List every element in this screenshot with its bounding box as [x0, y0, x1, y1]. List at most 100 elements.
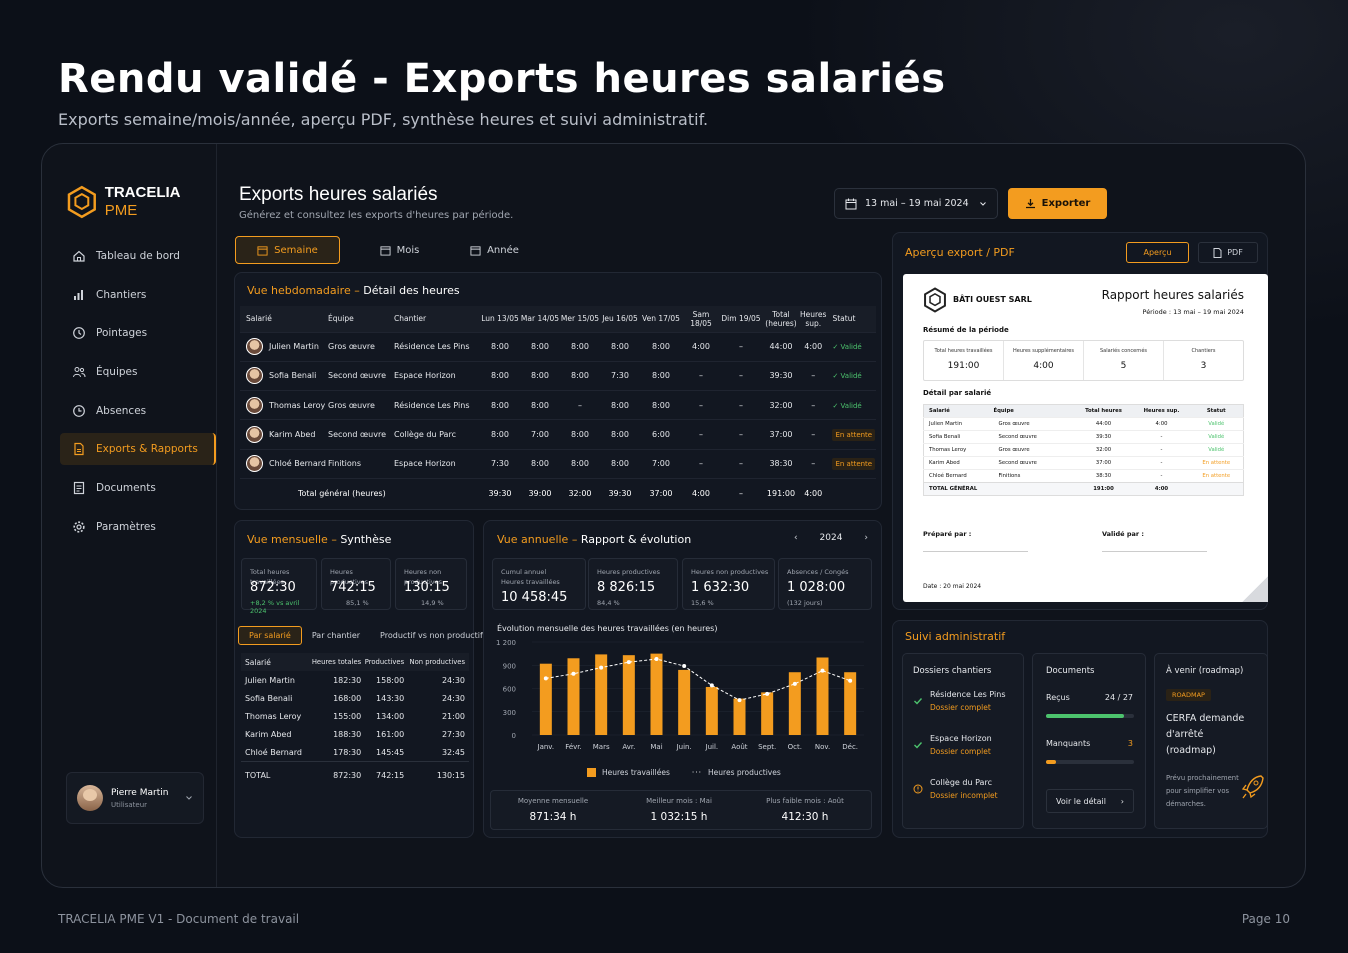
line-point-Août [737, 698, 742, 703]
pdf-summary-box: Total heures travaillées 191:00 Heures su… [923, 340, 1244, 381]
pdf-detail-table: Salarié Équipe Total heures Heures sup. … [923, 404, 1244, 496]
export-button-label: Exporter [1041, 198, 1091, 209]
dossier-item[interactable]: Espace Horizon Dossier complet [930, 734, 992, 756]
kpi-total-hours: Total heures travaillées 872:30 +8,2 % v… [241, 558, 317, 615]
table-row[interactable]: Julien Martin 182:30 158:00 24:30 [241, 671, 469, 689]
line-point-Déc. [848, 678, 853, 683]
table-row[interactable]: Julien Martin Gros œuvre Résidence Les Pin… [240, 331, 876, 362]
col-header: Total heures [1085, 408, 1122, 414]
table-row[interactable]: Thomas Leroy Gros œuvre Résidence Les Pins… [240, 390, 876, 420]
day-cell: 8:00 [640, 360, 682, 391]
title-accent: Vue mensuelle – [247, 533, 337, 546]
table-row[interactable]: Chloé Bernard Finitions Espace Horizon 7:30… [240, 448, 876, 479]
tab-label: Semaine [274, 244, 318, 256]
tab-semaine[interactable]: Semaine [235, 236, 340, 264]
x-tick-label: Nov. [815, 743, 830, 751]
line-point-Juil. [709, 683, 714, 688]
user-role: Utilisateur [111, 800, 148, 809]
table-row[interactable]: Thomas Leroy 155:00 134:00 21:00 [241, 707, 469, 725]
dossier-name: Collège du Parc [930, 778, 992, 787]
export-button[interactable]: Exporter [1008, 188, 1107, 219]
bar-Oct. [788, 672, 801, 735]
table-cell: 39:30 [1095, 434, 1112, 440]
sidebar-item-pointages[interactable]: Pointages [60, 317, 216, 349]
sidebar-item-dashboard[interactable]: Tableau de bord [60, 240, 216, 272]
title-text: Rapport & évolution [577, 533, 692, 546]
table-cell: Julien Martin [245, 675, 295, 685]
kpi-sub: (132 jours) [787, 599, 823, 607]
table-cell: Validé [1208, 421, 1225, 427]
table-row[interactable]: Chloé Bernard 178:30 145:45 32:45 [241, 744, 469, 762]
employee-cell: Sofia Benali [240, 360, 328, 391]
table-row: Karim Abed Second œuvre 37:00 - En attente [923, 456, 1244, 470]
preview-title: Aperçu export / PDF [905, 246, 1015, 259]
stat-average: Moyenne mensuelle 871:34 h [493, 797, 613, 823]
team-cell: Second œuvre [328, 360, 394, 391]
subtab-par-salarie[interactable]: Par salarié [238, 626, 302, 645]
employee-name: Chloé Bernard [269, 459, 326, 469]
view-detail-button[interactable]: Voir le détail › [1046, 789, 1134, 813]
table-cell: 155:00 [333, 711, 362, 721]
table-total-row: Total général (heures) 39:30 39:00 32:00 39:… [240, 477, 876, 508]
employee-name: Thomas Leroy [269, 400, 326, 410]
tab-mois[interactable]: Mois [352, 236, 447, 264]
team-cell: Gros œuvre [328, 331, 394, 362]
employee-name: Karim Abed [269, 430, 316, 440]
page-curl [1242, 576, 1268, 602]
pdf-file-icon [1213, 247, 1222, 258]
weekly-table: Salarié Équipe Chantier Lun 13/05 Mar 14… [240, 306, 876, 508]
col-header: Lun 13/05 [481, 314, 519, 324]
subtab-productif[interactable]: Productif vs non productif [370, 626, 493, 645]
sidebar-item-exports[interactable]: Exports & Rapports [60, 433, 216, 466]
table-cell: 188:30 [333, 730, 362, 740]
chevron-right-icon: › [1120, 796, 1124, 806]
year-selector[interactable]: ‹ 2024 › [794, 533, 868, 543]
table-row[interactable]: Karim Abed Second œuvre Collège du Parc 8:0… [240, 419, 876, 450]
company-logo-icon [924, 287, 946, 313]
missing-progress-fill [1046, 760, 1056, 764]
pdf-button[interactable]: PDF [1198, 242, 1258, 263]
brand-logo[interactable]: TRACELIA PME [67, 184, 216, 220]
warning-circle-icon [913, 784, 923, 794]
y-tick-label: 900 [503, 662, 516, 670]
x-tick-label: Sept. [758, 743, 776, 751]
col-header: Équipe [328, 314, 354, 324]
date-range-picker[interactable]: 13 mai – 19 mai 2024 [834, 188, 998, 219]
sidebar-item-equipes[interactable]: Équipes [60, 356, 216, 388]
sidebar-item-parametres[interactable]: Paramètres [60, 511, 216, 543]
dossiers-title: Dossiers chantiers [913, 666, 992, 676]
status-cell: ✓ Validé [826, 331, 876, 362]
dossier-item[interactable]: Résidence Les Pins Dossier complet [930, 690, 1006, 712]
dossier-item[interactable]: Collège du Parc Dossier incomplet [930, 778, 998, 800]
stat-best: Meilleur mois : Mai 1 032:15 h [619, 797, 739, 823]
table-row[interactable]: Karim Abed 188:30 161:00 27:30 [241, 726, 469, 744]
overtime-cell: – [800, 390, 827, 420]
signature-line [923, 551, 1028, 552]
preview-button[interactable]: Aperçu [1126, 242, 1189, 263]
summary-value: 3 [1200, 361, 1207, 371]
gear-icon [73, 521, 85, 533]
subtab-par-chantier[interactable]: Par chantier [302, 626, 370, 645]
weekly-title: Vue hebdomadaire – Détail des heures [247, 284, 460, 297]
chart-icon [74, 289, 83, 300]
calendar-icon [380, 245, 391, 256]
status-cell: En attente [826, 448, 876, 479]
tab-annee[interactable]: Année [447, 236, 542, 264]
chevron-down-icon [186, 796, 192, 800]
team-cell: Finitions [328, 448, 394, 479]
sidebar-item-chantiers[interactable]: Chantiers [60, 279, 216, 311]
preview-button-label: Aperçu [1143, 248, 1172, 257]
sidebar-item-documents[interactable]: Documents [60, 472, 216, 504]
user-menu[interactable]: Pierre Martin Utilisateur [66, 772, 204, 824]
table-header: Salarié Équipe Chantier Lun 13/05 Mar 14… [240, 306, 876, 332]
employee-name: Sofia Benali [269, 371, 317, 381]
summary-value: 191:00 [947, 361, 980, 371]
chevron-left-icon[interactable]: ‹ [794, 533, 798, 543]
table-cell: 21:00 [441, 711, 465, 721]
col-header: Ven 17/05 [642, 314, 680, 324]
table-row[interactable]: Sofia Benali 168:00 143:30 24:30 [241, 689, 469, 707]
chevron-right-icon[interactable]: › [864, 533, 868, 543]
sidebar-item-absences[interactable]: Absences [60, 395, 216, 427]
table-row[interactable]: Sofia Benali Second œuvre Espace Horizon 8:… [240, 360, 876, 391]
table-cell: 145:45 [376, 748, 405, 758]
